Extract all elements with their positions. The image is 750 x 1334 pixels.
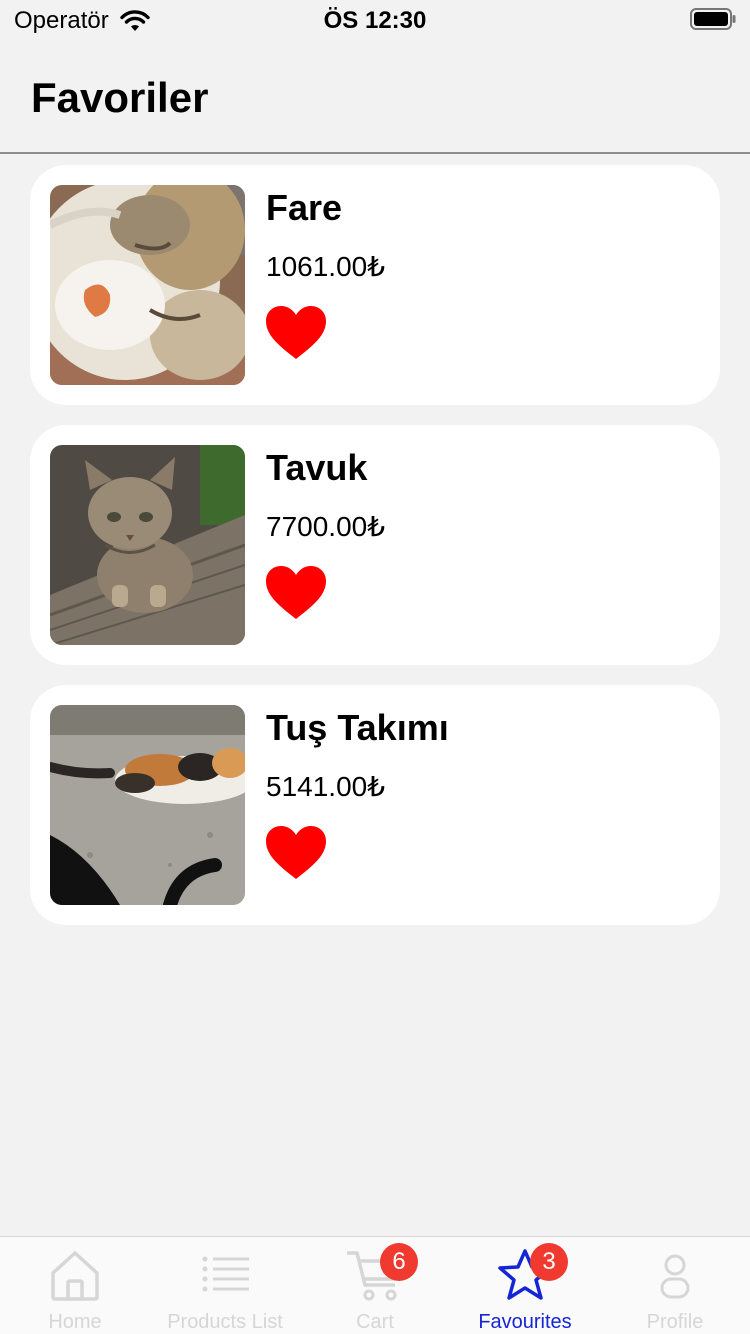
list-icon [202,1256,249,1292]
product-name: Fare [266,187,343,228]
product-price: 1061.00₺ [266,251,386,282]
favorite-item-card[interactable]: Tuş Takımı 5141.00₺ [30,685,720,925]
favorite-item-card[interactable]: Tavuk 7700.00₺ [30,425,720,665]
cart-badge: 6 [380,1243,418,1281]
product-image[interactable] [50,185,245,385]
favourites-badge: 3 [530,1243,568,1281]
tab-products-list[interactable]: Products List [150,1237,300,1334]
tab-profile[interactable]: Profile [600,1237,750,1334]
page-title: Favoriler [31,74,209,121]
sleeping-kitten-photo [50,185,245,385]
product-image[interactable] [50,445,245,645]
navigation-header: Favoriler [0,40,750,154]
heart-icon[interactable] [264,565,328,621]
tab-label: Cart [356,1311,394,1333]
status-time: ÖS 12:30 [323,7,427,34]
tab-label: Favourites [478,1311,572,1333]
favorites-list[interactable]: Fare 1061.00₺ Tavuk 7700.00₺ Tuş Takımı … [30,165,720,945]
product-name: Tavuk [266,447,368,488]
tab-label: Home [48,1311,102,1333]
tab-home[interactable]: Home [0,1237,150,1334]
product-price: 7700.00₺ [266,511,386,542]
product-name: Tuş Takımı [266,707,449,748]
tab-label: Products List [167,1311,283,1333]
tab-bar: Home Products List 6 Cart 3 Favourites P… [0,1236,750,1334]
tab-label: Profile [646,1311,704,1333]
product-image[interactable] [50,705,245,905]
status-bar: Operatör ÖS 12:30 [0,0,750,40]
home-icon [51,1251,99,1301]
tabby-kitten-photo [50,445,245,645]
tab-favourites[interactable]: 3 Favourites [450,1237,600,1334]
battery-icon [690,8,736,30]
tab-cart[interactable]: 6 Cart [300,1237,450,1334]
profile-icon [660,1254,690,1299]
heart-icon[interactable] [264,305,328,361]
product-price: 5141.00₺ [266,771,386,802]
favorite-item-card[interactable]: Fare 1061.00₺ [30,165,720,405]
calico-cat-photo [50,705,245,905]
heart-icon[interactable] [264,825,328,881]
